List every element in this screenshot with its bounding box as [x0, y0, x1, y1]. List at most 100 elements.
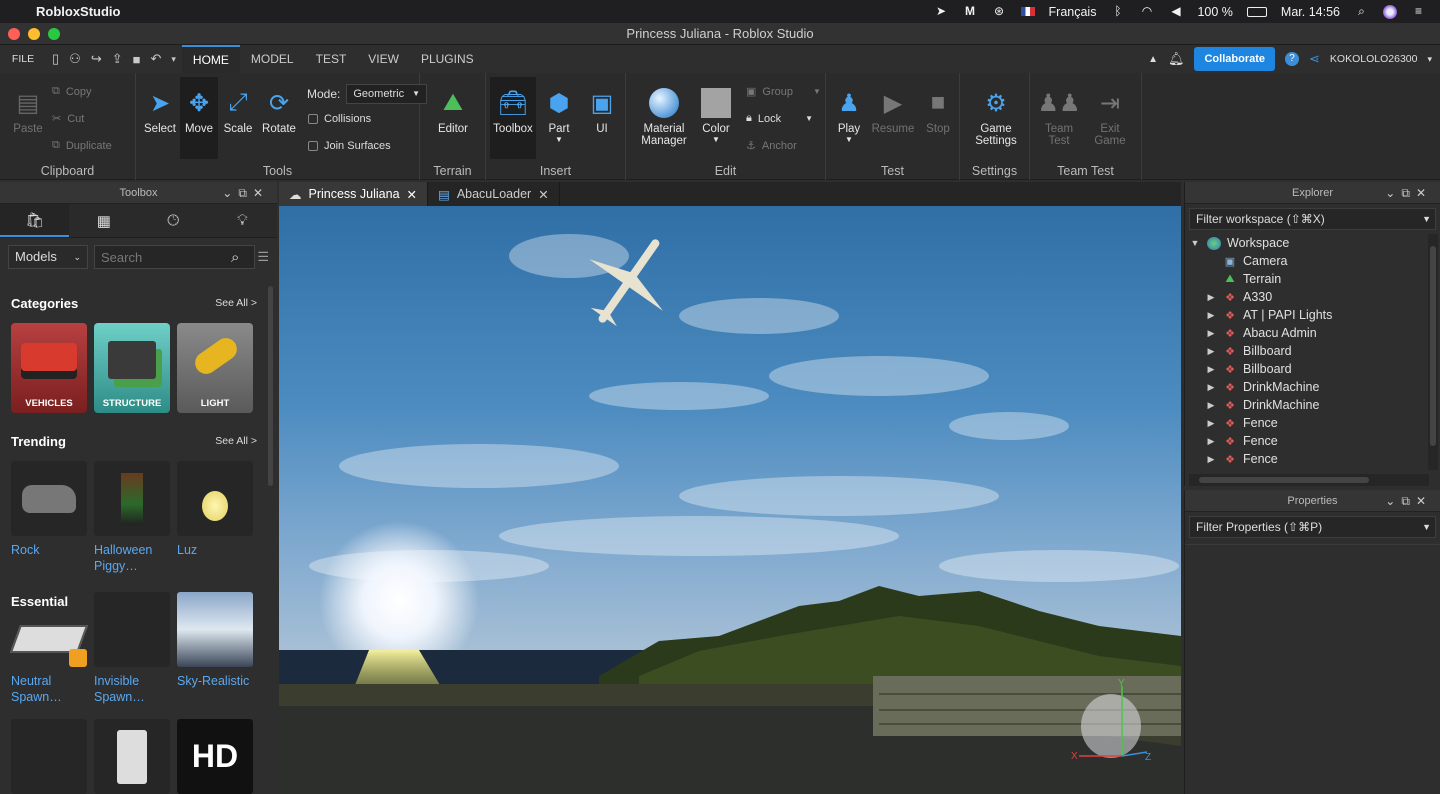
- toolbox-scrollbar[interactable]: [268, 286, 273, 486]
- tree-item-model[interactable]: ▶ ❖ Fence: [1189, 432, 1440, 450]
- bluetooth-icon[interactable]: ᛒ: [1110, 5, 1125, 18]
- accessibility-icon[interactable]: ⊛: [992, 5, 1007, 18]
- close-tab-icon[interactable]: ✕: [538, 187, 548, 202]
- undock-icon[interactable]: ⧉: [1401, 494, 1416, 508]
- close-icon[interactable]: ✕: [1416, 494, 1432, 508]
- asset-type-select[interactable]: Models ⌄: [8, 245, 88, 269]
- malwarebytes-icon[interactable]: M: [963, 5, 978, 18]
- categories-see-all-link[interactable]: See All >: [215, 297, 257, 309]
- exit-game-button[interactable]: ⇥ Exit Game: [1088, 87, 1132, 148]
- tree-item-model[interactable]: ▶ ❖ AT | PAPI Lights: [1189, 306, 1440, 324]
- tree-item-model[interactable]: ▶ ❖ Abacu Admin: [1189, 324, 1440, 342]
- duplicate-button[interactable]: ⧉ Duplicate: [52, 139, 112, 152]
- doc-tab-abaculoader[interactable]: ▤ AbacuLoader ✕: [428, 182, 560, 206]
- wifi-icon[interactable]: ◠: [1139, 5, 1154, 18]
- tree-item-model[interactable]: ▶ ❖ DrinkMachine: [1189, 396, 1440, 414]
- undock-icon[interactable]: ⧉: [1401, 186, 1416, 200]
- category-structure[interactable]: STRUCTURE: [94, 323, 170, 413]
- copy-button[interactable]: ⧉ Copy: [52, 85, 92, 98]
- tree-item-model[interactable]: ▶ ❖ Fence: [1189, 414, 1440, 432]
- scale-tool-button[interactable]: ⤢ Scale: [218, 87, 258, 135]
- tree-item-camera[interactable]: ▣ Camera: [1189, 252, 1440, 270]
- share-icon[interactable]: ⋖: [1309, 51, 1320, 67]
- trending-see-all-link[interactable]: See All >: [215, 435, 257, 447]
- ui-button[interactable]: ▣ UI: [582, 87, 622, 136]
- tree-item-model[interactable]: ▶ ❖ DrinkMachine: [1189, 378, 1440, 396]
- collapsed-arrow-icon[interactable]: ▶: [1205, 364, 1217, 375]
- collapsed-arrow-icon[interactable]: ▶: [1205, 436, 1217, 447]
- lock-button[interactable]: 🔒︎ Lock ▼: [746, 112, 813, 125]
- undock-icon[interactable]: ⧉: [238, 186, 253, 200]
- anchor-button[interactable]: ⚓︎ Anchor: [746, 139, 797, 153]
- binoculars-icon[interactable]: ⚇: [69, 51, 81, 67]
- tab-plugins[interactable]: PLUGINS: [410, 45, 485, 73]
- color-dropdown-icon[interactable]: ▼: [694, 135, 738, 144]
- collapsed-arrow-icon[interactable]: ▶: [1205, 292, 1217, 303]
- join-surfaces-toggle[interactable]: Join Surfaces: [308, 140, 391, 152]
- collapsed-arrow-icon[interactable]: ▶: [1205, 454, 1217, 465]
- trending-item-rock[interactable]: Rock: [11, 461, 87, 558]
- expanded-arrow-icon[interactable]: ▼: [1189, 238, 1201, 248]
- collapsed-arrow-icon[interactable]: ▶: [1205, 418, 1217, 429]
- tree-item-workspace[interactable]: ▼ Workspace: [1189, 234, 1440, 252]
- user-dropdown-icon[interactable]: ▾: [1427, 54, 1432, 65]
- filter-settings-icon[interactable]: ☰: [257, 249, 269, 265]
- game-settings-button[interactable]: ⚙ Game Settings: [972, 87, 1020, 148]
- tab-model[interactable]: MODEL: [240, 45, 305, 73]
- undo-dropdown-icon[interactable]: ▾: [171, 54, 176, 65]
- new-file-icon[interactable]: ▯: [52, 51, 59, 67]
- close-tab-icon[interactable]: ✕: [407, 187, 417, 202]
- trending-item-halloween-piggy[interactable]: Halloween Piggy…: [94, 461, 170, 574]
- collapse-ribbon-icon[interactable]: ▲: [1148, 54, 1158, 65]
- stop-square-icon[interactable]: ■: [133, 52, 141, 67]
- close-icon[interactable]: ✕: [1416, 186, 1432, 200]
- minimize-window-button[interactable]: [28, 28, 40, 40]
- essential-item-4[interactable]: [11, 719, 87, 794]
- explorer-filter-input[interactable]: Filter workspace (⇧⌘X) ▼: [1189, 208, 1436, 230]
- essential-item-sky-realistic[interactable]: Sky-Realistic: [177, 592, 253, 689]
- search-icon[interactable]: ⌕: [231, 249, 239, 266]
- team-test-button[interactable]: ♟♟ Team Test: [1037, 87, 1080, 148]
- explorer-vertical-scrollbar[interactable]: [1428, 234, 1438, 470]
- rotate-tool-button[interactable]: ⟳ Rotate: [258, 87, 300, 136]
- control-center-icon[interactable]: ≡: [1411, 5, 1426, 18]
- doc-tab-princess-juliana[interactable]: ☁ Princess Juliana ✕: [279, 182, 428, 206]
- tree-item-model[interactable]: ▶ ❖ Billboard: [1189, 360, 1440, 378]
- resume-button[interactable]: ▶ Resume: [870, 87, 916, 136]
- battery-percent[interactable]: 100 %: [1197, 5, 1232, 19]
- essential-item-6[interactable]: HD: [177, 719, 253, 794]
- collapsed-arrow-icon[interactable]: ▶: [1205, 346, 1217, 357]
- cut-button[interactable]: ✂ Cut: [52, 112, 84, 126]
- mode-dropdown[interactable]: Geometric ▼: [346, 84, 428, 104]
- spotlight-search-icon[interactable]: ⌕: [1354, 5, 1369, 18]
- tab-view[interactable]: VIEW: [357, 45, 410, 73]
- 3d-viewport[interactable]: Y X Z: [279, 206, 1181, 794]
- collaborate-button[interactable]: Collaborate: [1194, 47, 1275, 71]
- close-window-button[interactable]: [8, 28, 20, 40]
- tab-home[interactable]: HOME: [181, 45, 240, 73]
- collapsed-arrow-icon[interactable]: ▶: [1205, 382, 1217, 393]
- group-button[interactable]: ▣ Group ▼: [746, 85, 821, 99]
- part-dropdown-icon[interactable]: ▼: [538, 135, 580, 144]
- publish-icon[interactable]: ⇪: [112, 51, 123, 67]
- app-menu-name[interactable]: RobloxStudio: [36, 4, 121, 19]
- play-dropdown-icon[interactable]: ▼: [830, 135, 868, 144]
- paste-button[interactable]: ▤ Paste: [8, 87, 48, 136]
- collapsed-arrow-icon[interactable]: ▶: [1205, 400, 1217, 411]
- help-icon[interactable]: ?: [1285, 52, 1299, 66]
- join-surfaces-checkbox[interactable]: [308, 141, 318, 151]
- category-light[interactable]: LIGHT: [177, 323, 253, 413]
- trending-item-luz[interactable]: Luz: [177, 461, 253, 558]
- tree-item-model[interactable]: ▶ ❖ Billboard: [1189, 342, 1440, 360]
- tab-inventory[interactable]: ▦: [69, 204, 138, 237]
- collisions-checkbox[interactable]: [308, 114, 318, 124]
- collisions-toggle[interactable]: Collisions: [308, 113, 371, 125]
- properties-filter-input[interactable]: Filter Properties (⇧⌘P) ▼: [1189, 516, 1436, 538]
- essential-item-neutral-spawn[interactable]: Neutral Spawn…: [9, 592, 89, 705]
- material-manager-button[interactable]: Material Manager: [638, 87, 690, 147]
- file-menu[interactable]: FILE: [0, 53, 46, 65]
- collapsed-arrow-icon[interactable]: ▶: [1205, 328, 1217, 339]
- toolbox-button[interactable]: 🧰︎ Toolbox: [490, 77, 536, 159]
- explorer-horizontal-scrollbar[interactable]: [1189, 474, 1429, 486]
- move-tool-button[interactable]: ✥ Move: [180, 77, 218, 159]
